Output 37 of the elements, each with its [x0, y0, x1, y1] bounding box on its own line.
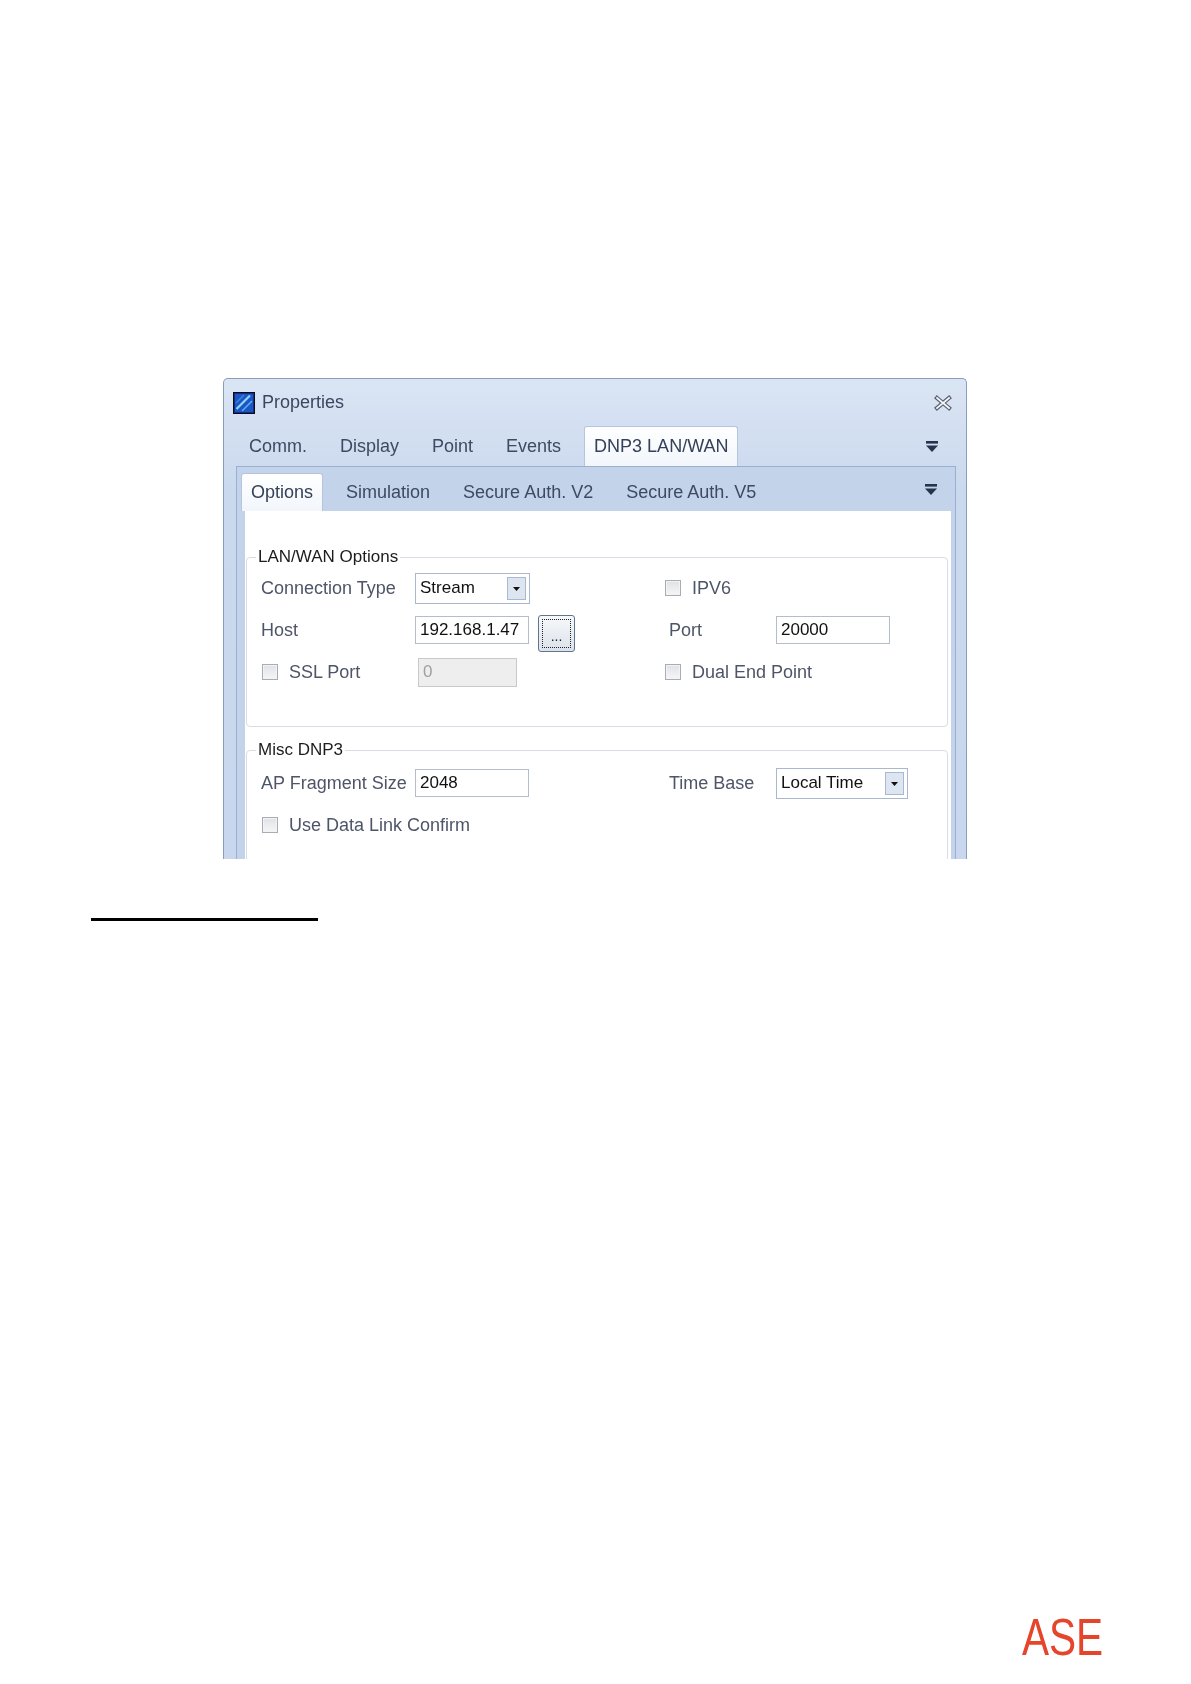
- field-label: Host: [261, 619, 299, 641]
- text-field[interactable]: 2048: [415, 769, 529, 797]
- tab[interactable]: Secure Auth. V5: [616, 473, 767, 511]
- checkbox-label: IPV6: [692, 577, 732, 599]
- field-label: Port: [668, 619, 703, 641]
- tab[interactable]: Comm.: [239, 426, 317, 466]
- caret-icon: [507, 576, 526, 600]
- dropdown[interactable]: Local Time: [776, 767, 909, 799]
- text-field[interactable]: 192.168.1.47: [415, 616, 529, 644]
- checkbox[interactable]: [665, 580, 681, 596]
- window-title: Properties: [262, 392, 346, 413]
- group-title: Misc DNP3: [257, 740, 344, 760]
- tab[interactable]: Options: [241, 473, 324, 511]
- app-icon: [233, 391, 255, 414]
- tab[interactable]: DNP3 LAN/WAN: [584, 426, 739, 466]
- group-title: LAN/WAN Options: [257, 547, 400, 567]
- checkbox[interactable]: [262, 817, 278, 833]
- caret-icon: [885, 771, 905, 795]
- field-label: Time Base: [668, 772, 756, 794]
- checkbox[interactable]: [665, 664, 681, 680]
- checkbox-label: Use Data Link Confirm: [289, 814, 471, 836]
- checkbox-label: Dual End Point: [692, 661, 813, 683]
- tab[interactable]: Point: [422, 426, 484, 466]
- tab[interactable]: Events: [496, 426, 572, 466]
- close-icon[interactable]: [934, 394, 952, 411]
- tab[interactable]: Simulation: [336, 473, 441, 511]
- brand-logo: ASE: [1022, 1617, 1104, 1657]
- tab[interactable]: Secure Auth. V2: [453, 473, 604, 511]
- field-label: Connection Type: [261, 577, 397, 599]
- text-field[interactable]: 20000: [776, 616, 890, 644]
- checkbox-label: SSL Port: [289, 661, 361, 683]
- dropdown[interactable]: Stream: [415, 572, 530, 604]
- overflow-icon[interactable]: [926, 440, 938, 452]
- field-label: AP Fragment Size: [261, 772, 408, 794]
- browse-button[interactable]: ...: [538, 615, 575, 652]
- tab[interactable]: Display: [330, 426, 410, 466]
- overflow-icon[interactable]: [925, 483, 937, 495]
